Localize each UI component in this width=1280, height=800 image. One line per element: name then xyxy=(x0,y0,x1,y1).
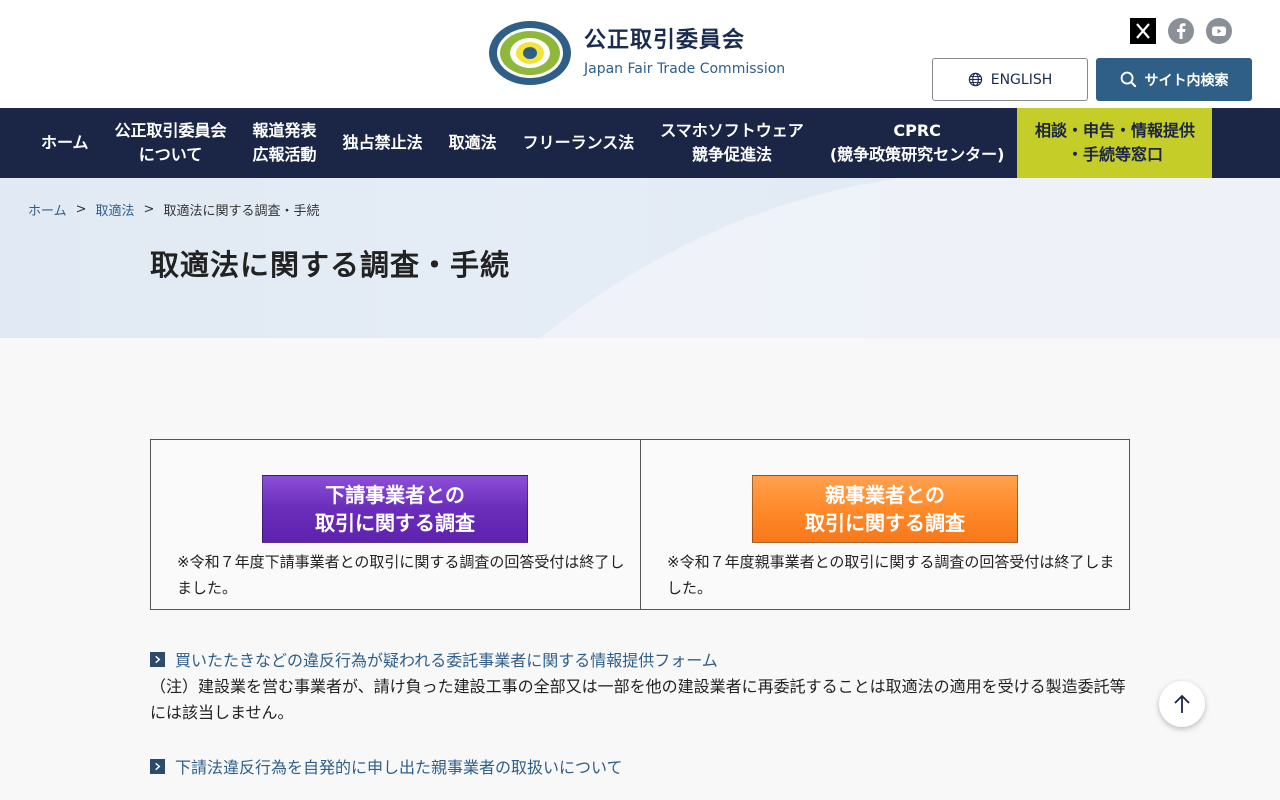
voluntary-report-link-text: 下請法違反行為を自発的に申し出た親事業者の取扱いについて xyxy=(175,758,623,777)
subcontractor-survey-banner[interactable]: 下請事業者との 取引に関する調査 xyxy=(262,475,528,543)
english-button[interactable]: ENGLISH xyxy=(932,58,1088,101)
english-label: ENGLISH xyxy=(990,71,1053,88)
construction-note: （注）建設業を営む事業者が、請け負った建設工事の全部又は一部を他の建設業者に再委… xyxy=(150,677,1126,722)
nav-item-consultation[interactable]: 相談・申告・情報提供 ・手続等窓口 xyxy=(1017,108,1213,178)
survey-cell-subcontractor: 下請事業者との 取引に関する調査 ※令和７年度下請事業者との取引に関する調査の回… xyxy=(151,440,640,609)
survey-cell-parent: 親事業者との 取引に関する調査 ※令和７年度親事業者との取引に関する調査の回答受… xyxy=(640,440,1129,609)
chevron-right-icon xyxy=(150,651,165,667)
page-title: 取適法に関する調査・手続 xyxy=(150,248,511,282)
voluntary-report-link[interactable]: 下請法違反行為を自発的に申し出た親事業者の取扱いについて xyxy=(150,754,623,778)
breadcrumb-current: 取適法に関する調査・手続 xyxy=(163,204,320,219)
site-header: 公正取引委員会 Japan Fair Trade Commission ENGL… xyxy=(0,0,1280,108)
search-icon xyxy=(1120,71,1136,88)
site-logo[interactable]: 公正取引委員会 Japan Fair Trade Commission xyxy=(488,20,785,86)
social-links xyxy=(1130,18,1232,44)
parent-survey-banner[interactable]: 親事業者との 取引に関する調査 xyxy=(752,475,1018,543)
nav-item-about[interactable]: 公正取引委員会 について xyxy=(102,108,240,178)
youtube-icon[interactable] xyxy=(1206,18,1232,44)
x-icon[interactable] xyxy=(1130,18,1156,44)
chevron-right-icon xyxy=(150,758,165,774)
back-to-top-button[interactable] xyxy=(1159,681,1205,727)
nav-item-torite-law[interactable]: 取適法 xyxy=(436,108,510,178)
nav-item-home[interactable]: ホーム xyxy=(28,108,102,178)
search-label: サイト内検索 xyxy=(1144,72,1229,89)
global-nav: ホーム 公正取引委員会 について 報道発表 広報活動 独占禁止法 取適法 フリー… xyxy=(0,108,1280,178)
arrow-up-icon xyxy=(1174,694,1190,713)
breadcrumb-separator: > xyxy=(143,202,155,217)
nav-item-press[interactable]: 報道発表 広報活動 xyxy=(240,108,330,178)
page-hero: ホーム > 取適法 > 取適法に関する調査・手続 取適法に関する調査・手続 xyxy=(0,178,1280,338)
survey-table: 下請事業者との 取引に関する調査 ※令和７年度下請事業者との取引に関する調査の回… xyxy=(150,439,1130,610)
logo-title-en: Japan Fair Trade Commission xyxy=(584,61,786,77)
subcontractor-survey-note: ※令和７年度下請事業者との取引に関する調査の回答受付は終了しました。 xyxy=(177,553,625,597)
facebook-icon[interactable] xyxy=(1168,18,1194,44)
info-form-link-text: 買いたたきなどの違反行為が疑われる委託事業者に関する情報提供フォーム xyxy=(175,651,718,670)
nav-item-cprc[interactable]: CPRC (競争政策研究センター) xyxy=(817,108,1018,178)
parent-survey-note: ※令和７年度親事業者との取引に関する調査の回答受付は終了しました。 xyxy=(667,553,1115,597)
breadcrumb-separator: > xyxy=(75,202,87,217)
breadcrumb-home[interactable]: ホーム xyxy=(28,200,67,219)
nav-item-freelance-law[interactable]: フリーランス法 xyxy=(510,108,648,178)
breadcrumb-parent[interactable]: 取適法 xyxy=(96,200,135,219)
site-search-button[interactable]: サイト内検索 xyxy=(1096,58,1252,101)
nav-item-antimonopoly[interactable]: 独占禁止法 xyxy=(330,108,436,178)
nav-item-smartphone-law[interactable]: スマホソフトウェア 競争促進法 xyxy=(647,108,817,178)
logo-title-ja: 公正取引委員会 xyxy=(584,28,746,53)
globe-icon xyxy=(968,72,982,87)
jftc-emblem-icon xyxy=(488,20,572,86)
info-form-link[interactable]: 買いたたきなどの違反行為が疑われる委託事業者に関する情報提供フォーム xyxy=(150,647,718,671)
breadcrumb: ホーム > 取適法 > 取適法に関する調査・手続 xyxy=(28,200,319,219)
